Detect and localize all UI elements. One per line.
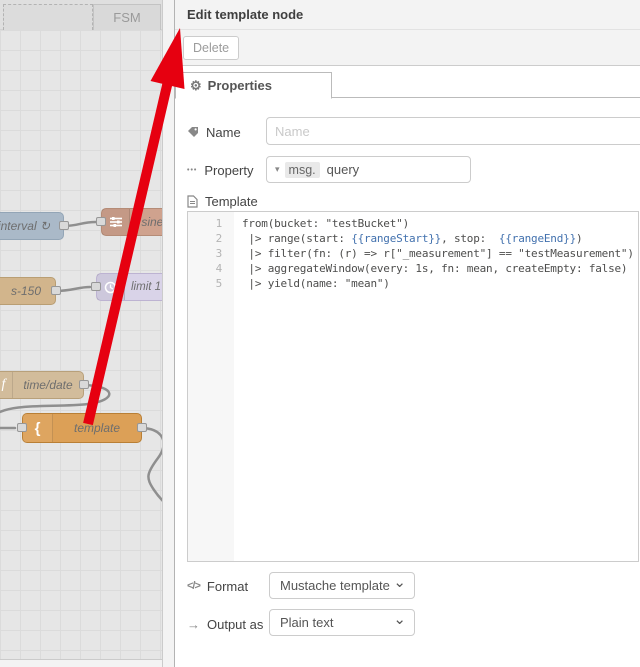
clock-icon	[97, 274, 125, 300]
flow-node-limit[interactable]: limit 1 ms	[91, 273, 162, 301]
template-brace-icon: {	[23, 414, 53, 442]
node-red-app: FSM interval ↻ sineW s-150	[0, 0, 640, 667]
code-lines: 1 from(bucket: "testBucket") 2 |> range(st…	[188, 216, 638, 291]
flow-node-s150[interactable]: s-150	[0, 277, 61, 305]
name-field-label: Name	[187, 124, 241, 140]
chevron-down-icon: ⌄	[393, 574, 406, 591]
output-port[interactable]	[137, 423, 147, 432]
tab-properties[interactable]: ⚙ Properties	[175, 72, 332, 99]
output-select[interactable]: Plain text ⌄	[269, 609, 415, 636]
format-select-value: Mustache template	[280, 578, 390, 593]
template-code-editor[interactable]: 1 from(bucket: "testBucket") 2 |> range(st…	[187, 211, 639, 562]
tab-properties-label: Properties	[207, 78, 272, 93]
code-line[interactable]: 3 |> filter(fn: (r) => r["_measurement"]…	[188, 246, 638, 261]
sliders-icon	[102, 209, 130, 235]
file-code-icon	[187, 194, 198, 208]
flow-node-interval[interactable]: interval ↻	[0, 212, 69, 240]
edit-template-dialog: Edit template node Delete ⚙ Properties N…	[174, 0, 640, 667]
input-port[interactable]	[96, 217, 106, 226]
dialog-button-row: Delete	[175, 30, 640, 66]
dialog-title: Edit template node	[175, 0, 640, 30]
output-select-value: Plain text	[280, 615, 334, 630]
property-value[interactable]: query	[320, 162, 360, 177]
flow-node-sinewave[interactable]: sineW	[96, 208, 162, 236]
caret-down-icon[interactable]: ▾	[267, 164, 285, 175]
code-icon: </>	[187, 580, 201, 592]
ellipsis-icon: •••	[187, 166, 198, 174]
property-field-label: ••• Property	[187, 162, 254, 178]
line-number: 2	[215, 232, 223, 245]
flow-tab-partial[interactable]	[3, 4, 93, 30]
code-line[interactable]: 4 |> aggregateWindow(every: 1s, fn: mean…	[188, 261, 638, 276]
name-input[interactable]	[266, 117, 640, 145]
flow-node-timedate[interactable]: f time/date	[0, 371, 89, 399]
input-port[interactable]	[91, 282, 101, 291]
chevron-down-icon: ⌄	[393, 611, 406, 628]
output-port[interactable]	[59, 221, 69, 230]
code-line[interactable]: 5 |> yield(name: "mean")	[188, 276, 638, 291]
code-line[interactable]: 1 from(bucket: "testBucket")	[188, 216, 638, 231]
template-field-label: Template	[187, 193, 258, 209]
gear-icon: ⚙	[190, 77, 202, 93]
line-number: 4	[215, 262, 223, 275]
tag-icon	[187, 126, 199, 138]
property-type-chip[interactable]: msg.	[284, 161, 320, 178]
flow-canvas[interactable]	[0, 30, 162, 667]
output-port[interactable]	[79, 380, 89, 389]
flow-workspace[interactable]: FSM interval ↻ sineW s-150	[0, 0, 162, 667]
code-line[interactable]: 2 |> range(start: {{rangeStart}}, stop: …	[188, 231, 638, 246]
workspace-vertical-scrollbar[interactable]	[162, 0, 174, 667]
arrow-right-icon: →	[187, 616, 200, 632]
workspace-horizontal-scrollbar[interactable]	[0, 659, 162, 667]
line-number: 3	[215, 247, 223, 260]
flow-node-template[interactable]: { template	[17, 413, 147, 443]
delete-button[interactable]: Delete	[183, 36, 240, 60]
function-icon: f	[0, 372, 13, 398]
line-number: 1	[215, 217, 223, 230]
format-field-label: </> Format	[187, 578, 249, 594]
input-port[interactable]	[17, 423, 27, 432]
flow-tab-fsm[interactable]: FSM	[93, 4, 161, 30]
output-field-label: → Output as	[187, 616, 264, 632]
output-port[interactable]	[51, 286, 61, 295]
property-typed-input[interactable]: ▾ msg. query	[266, 156, 471, 183]
line-number: 5	[215, 277, 223, 290]
dialog-tabs: ⚙ Properties	[175, 66, 640, 99]
format-select[interactable]: Mustache template ⌄	[269, 572, 415, 599]
flow-tabbar: FSM	[0, 0, 162, 30]
